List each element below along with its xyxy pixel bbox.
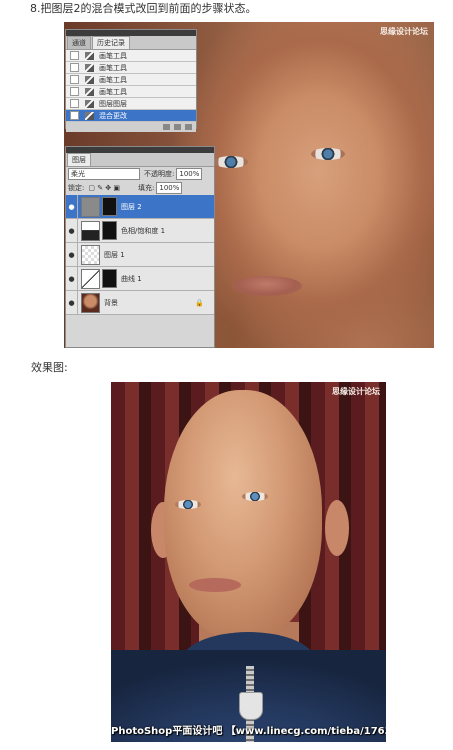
lock-icons[interactable]: ▢ ✎ ✥ ▣ (88, 184, 120, 192)
history-footer (66, 122, 196, 132)
watermark: 思缘设计论坛 (380, 27, 428, 36)
history-source-checkbox[interactable] (70, 63, 79, 72)
layer-name: 曲线 1 (121, 274, 142, 283)
left-eye (175, 500, 201, 509)
history-item[interactable]: 画笔工具 (66, 74, 196, 86)
visibility-eye-icon[interactable]: ● (66, 243, 78, 266)
right-eye (311, 148, 345, 160)
opacity-field[interactable]: 100% (176, 168, 203, 180)
lips (232, 276, 302, 296)
visibility-eye-icon[interactable]: ● (66, 267, 78, 290)
tab-history[interactable]: 历史记录 (92, 36, 130, 49)
zipper-pull (239, 692, 263, 720)
lips (189, 578, 241, 592)
history-panel: 通道 历史记录 画笔工具 画笔工具 画笔工具 画笔工具 图层图层 混合更改 (65, 29, 197, 132)
layer-row[interactable]: ● 图层 2 (66, 195, 214, 219)
layer-row[interactable]: ● 图层 1 (66, 243, 214, 267)
history-item-label: 画笔工具 (99, 63, 127, 72)
bottom-caption: PhotoShop平面设计吧 【www.linecg.com/tieba/176… (111, 726, 386, 737)
right-ear (325, 500, 349, 556)
layer-list: ● 图层 2 ● 色相/饱和度 1 ● 图层 1 ● 曲线 1 ● 背景 🔒 (66, 195, 214, 315)
visibility-eye-icon[interactable]: ● (66, 291, 78, 314)
layer-name: 色相/饱和度 1 (121, 226, 166, 235)
layer-thumbnail (81, 220, 100, 241)
history-tabs: 通道 历史记录 (66, 36, 196, 50)
layer-thumbnail (81, 244, 100, 265)
lock-label: 锁定: (68, 184, 85, 192)
effect-label: 效果图: (31, 361, 68, 374)
layer-mask-thumbnail[interactable] (102, 197, 117, 216)
watermark: 思缘设计论坛 (332, 387, 380, 396)
history-item[interactable]: 画笔工具 (66, 50, 196, 62)
brush-icon (85, 99, 94, 108)
tab-channels[interactable]: 通道 (67, 36, 91, 49)
layers-tabs: 图层 (66, 153, 214, 167)
left-eye (214, 156, 248, 168)
history-item[interactable]: 画笔工具 (66, 86, 196, 98)
history-item-label: 混合更改 (99, 111, 127, 120)
layer-thumbnail (81, 268, 100, 289)
trash-icon[interactable] (185, 124, 192, 130)
brush-icon (85, 51, 94, 60)
tab-layers[interactable]: 图层 (67, 153, 91, 166)
history-item-label: 图层图层 (99, 99, 127, 108)
fill-label: 填充: (138, 184, 155, 192)
layer-name: 图层 2 (121, 202, 142, 211)
history-list: 画笔工具 画笔工具 画笔工具 画笔工具 图层图层 混合更改 (66, 50, 196, 122)
layer-thumbnail (81, 292, 100, 313)
history-source-checkbox[interactable] (70, 75, 79, 84)
layer-name: 图层 1 (104, 250, 125, 259)
fill-field[interactable]: 100% (156, 182, 183, 194)
history-item-label: 画笔工具 (99, 87, 127, 96)
visibility-eye-icon[interactable]: ● (66, 219, 78, 242)
layer-mask-thumbnail[interactable] (102, 221, 117, 240)
layer-mask-thumbnail[interactable] (102, 269, 117, 288)
history-item[interactable]: 混合更改 (66, 110, 196, 122)
right-eye (242, 492, 268, 501)
history-item-label: 画笔工具 (99, 51, 127, 60)
history-item[interactable]: 画笔工具 (66, 62, 196, 74)
blend-row: 柔光 不透明度: 100% (66, 167, 214, 181)
brush-icon (85, 111, 94, 120)
screenshot-figure: 思缘设计论坛 通道 历史记录 画笔工具 画笔工具 画笔工具 画笔工具 图层图层 混合更改 … (64, 22, 434, 348)
step-instruction: 8.把图层2的混合模式改回到前面的步骤状态。 (30, 2, 257, 15)
history-source-checkbox[interactable] (70, 87, 79, 96)
layer-row[interactable]: ● 曲线 1 (66, 267, 214, 291)
lock-row: 锁定: ▢ ✎ ✥ ▣ 填充: 100% (66, 181, 214, 195)
history-source-checkbox[interactable] (70, 111, 79, 120)
brush-icon (85, 63, 94, 72)
history-source-checkbox[interactable] (70, 99, 79, 108)
blend-mode-select[interactable]: 柔光 (68, 168, 140, 180)
lock-icon: 🔒 (195, 298, 204, 307)
opacity-label: 不透明度: (144, 170, 175, 178)
layers-panel: 图层 柔光 不透明度: 100% 锁定: ▢ ✎ ✥ ▣ 填充: 100% ● 图… (65, 146, 215, 348)
layer-row[interactable]: ● 色相/饱和度 1 (66, 219, 214, 243)
new-document-icon[interactable] (163, 124, 170, 130)
brush-icon (85, 87, 94, 96)
history-item-label: 画笔工具 (99, 75, 127, 84)
visibility-eye-icon[interactable]: ● (66, 195, 78, 218)
head (164, 390, 322, 640)
result-figure: 思缘设计论坛 PhotoShop平面设计吧 【www.linecg.com/ti… (111, 382, 386, 742)
layer-row[interactable]: ● 背景 🔒 (66, 291, 214, 315)
history-source-checkbox[interactable] (70, 51, 79, 60)
layer-thumbnail (81, 196, 100, 217)
layer-name: 背景 (104, 298, 118, 307)
brush-icon (85, 75, 94, 84)
new-snapshot-icon[interactable] (174, 124, 181, 130)
history-item[interactable]: 图层图层 (66, 98, 196, 110)
